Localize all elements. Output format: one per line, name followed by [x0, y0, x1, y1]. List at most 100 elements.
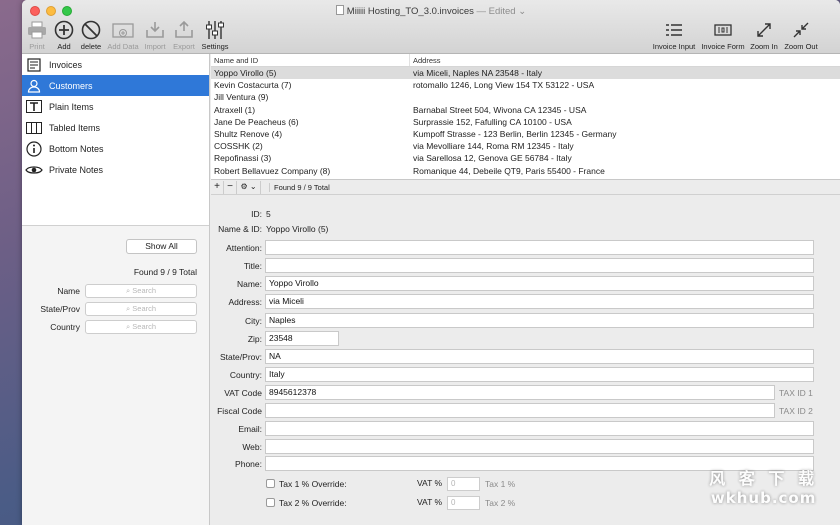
vat2-input[interactable]: 0: [447, 496, 480, 510]
name-id-row: Name & ID: Yoppo Virollo (5): [211, 221, 840, 237]
fiscal-code-field[interactable]: [265, 403, 775, 418]
zoom-in-button[interactable]: Zoom In: [748, 19, 780, 51]
vat-code-field[interactable]: 8945612378: [265, 385, 775, 400]
sidebar-item-bottom-notes[interactable]: Bottom Notes: [22, 138, 209, 159]
vat1-input[interactable]: 0: [447, 477, 480, 491]
column-header-address[interactable]: Address: [410, 54, 840, 66]
show-all-button[interactable]: Show All: [126, 239, 197, 254]
filter-row-state: State/Prov ⌕ Search: [22, 302, 210, 317]
table-row[interactable]: Yoppo Virollo (5) via Miceli, Naples NA 2…: [211, 67, 840, 80]
add-row-button[interactable]: +: [211, 180, 224, 194]
table-row[interactable]: Kevin Costacurta (7) rotomallo 1246, Long…: [211, 79, 840, 91]
watermark-logo: 风 客 下 载 wkhub.com: [709, 469, 818, 507]
table-body: Yoppo Virollo (5) via Miceli, Naples NA 2…: [211, 67, 840, 177]
info-icon: [25, 140, 43, 157]
vat-code-row: VAT Code 8945612378 TAX ID 1: [211, 385, 840, 401]
table-row[interactable]: Repofinassi (3) via Sarellosa 12, Genova …: [211, 152, 840, 164]
sidebar: Invoices Customers Plain Items Tabled It…: [22, 54, 210, 525]
cell-name: Robert Bellavuez Company (8): [214, 165, 331, 176]
fiscal-code-tax-id-label: TAX ID 2: [779, 406, 813, 416]
expand-icon: [748, 19, 780, 41]
add-data-icon: [106, 19, 140, 41]
state-prov-field[interactable]: NA: [265, 349, 814, 364]
cell-address: Barnabal Street 504, Wivona CA 12345 - U…: [413, 104, 587, 115]
gear-icon[interactable]: ⚙ ⌄: [237, 180, 261, 194]
cell-name: COSSHK (2): [214, 141, 263, 152]
id-label: ID:: [251, 209, 262, 219]
filter-row-country: Country ⌕ Search: [22, 320, 210, 335]
table-row[interactable]: Shultz Renove (4) Kumpoff Strasse - 123 B…: [211, 128, 840, 140]
sidebar-item-invoices[interactable]: Invoices: [22, 54, 209, 75]
country-field[interactable]: Italy: [265, 367, 814, 382]
invoice-input-button[interactable]: Invoice Input: [650, 19, 698, 51]
name-row: Name: Yoppo Virollo: [211, 276, 840, 292]
table-row[interactable]: Jill Ventura (9): [211, 91, 840, 103]
cell-name: Jane De Peacheus (6): [214, 116, 299, 127]
delete-button[interactable]: delete: [79, 19, 103, 51]
sidebar-item-tabled-items[interactable]: Tabled Items: [22, 117, 209, 138]
invoice-form-button[interactable]: Invoice Form: [700, 19, 746, 51]
phone-label: Phone:: [235, 459, 262, 469]
cell-name: Yoppo Virollo (5): [214, 68, 277, 78]
state-prov-row: State/Prov: NA: [211, 349, 840, 365]
cell-address: Romanique 44, Debeile QT9, Paris 55400 -…: [413, 165, 605, 176]
name-field[interactable]: Yoppo Virollo: [265, 276, 814, 291]
add-button[interactable]: Add: [53, 19, 75, 51]
table-icon: [25, 120, 43, 136]
print-button[interactable]: Print: [26, 19, 48, 51]
name-search-input[interactable]: ⌕ Search: [85, 284, 197, 298]
tax2-placeholder: Tax 2 %: [485, 498, 516, 508]
edited-indicator[interactable]: — Edited ⌄: [477, 6, 527, 17]
add-data-button[interactable]: Add Data: [106, 19, 140, 51]
vat2-label: VAT %: [417, 497, 443, 507]
title-label: Title:: [243, 261, 262, 271]
settings-button[interactable]: Settings: [199, 19, 231, 51]
cell-address: [410, 91, 840, 103]
zoom-out-button[interactable]: Zoom Out: [782, 19, 820, 51]
title-field[interactable]: [265, 258, 814, 273]
country-search-input[interactable]: ⌕ Search: [85, 320, 197, 334]
table-found-label: Found 9 / 9 Total: [269, 182, 330, 192]
attention-label: Attention:: [226, 243, 262, 253]
found-total-label: Found 9 / 9 Total: [133, 267, 197, 277]
cell-name: Kevin Costacurta (7): [214, 80, 292, 91]
sidebar-item-customers[interactable]: Customers: [22, 75, 209, 96]
column-header-name[interactable]: Name and ID: [211, 54, 410, 66]
no-sign-icon: [79, 19, 103, 41]
table-row[interactable]: Atraxell (1) Barnabal Street 504, Wivona …: [211, 104, 840, 116]
zip-field[interactable]: 23548: [265, 331, 339, 346]
web-field[interactable]: [265, 439, 814, 454]
name-label: Name:: [236, 279, 262, 289]
name-id-label: Name & ID:: [218, 224, 262, 234]
table-row[interactable]: Jane De Peacheus (6) Surprassie 152, Fafu…: [211, 116, 840, 128]
city-label: City:: [245, 316, 262, 326]
id-row: ID: 5: [211, 206, 840, 222]
remove-row-button[interactable]: −: [224, 180, 237, 194]
cell-address: via Miceli, Naples NA 23548 - Italy: [413, 68, 542, 78]
collapse-icon: [782, 19, 820, 41]
attention-field[interactable]: [265, 240, 814, 255]
cell-name: Atraxell (1): [214, 104, 256, 115]
state-prov-label: State/Prov:: [219, 352, 262, 362]
titlebar: Miiiii Hosting_TO_3.0.invoices — Edited …: [22, 0, 840, 54]
sidebar-item-private-notes[interactable]: Private Notes: [22, 159, 209, 180]
tax1-override-label: Tax 1 % Override:: [279, 479, 347, 489]
table-row[interactable]: Robert Bellavuez Company (8) Romanique 44…: [211, 165, 840, 177]
city-field[interactable]: Naples: [265, 313, 814, 328]
fiscal-code-row: Fiscal Code TAX ID 2: [211, 403, 840, 419]
export-icon: [171, 19, 197, 41]
eye-icon: [25, 162, 43, 178]
state-search-input[interactable]: ⌕ Search: [85, 302, 197, 316]
tax2-override-checkbox[interactable]: [266, 498, 275, 507]
tax1-override-checkbox[interactable]: [266, 479, 275, 488]
import-button[interactable]: Import: [142, 19, 168, 51]
export-button[interactable]: Export: [171, 19, 197, 51]
country-label: Country:: [229, 370, 262, 380]
window-title: Miiiii Hosting_TO_3.0.invoices — Edited …: [22, 5, 840, 17]
sidebar-item-plain-items[interactable]: Plain Items: [22, 96, 209, 117]
address-field[interactable]: via Miceli: [265, 294, 814, 309]
email-field[interactable]: [265, 421, 814, 436]
table-row[interactable]: COSSHK (2) via Mevolliare 144, Roma RM 12…: [211, 140, 840, 152]
email-row: Email:: [211, 421, 840, 437]
vat-code-label: VAT Code: [224, 388, 262, 398]
